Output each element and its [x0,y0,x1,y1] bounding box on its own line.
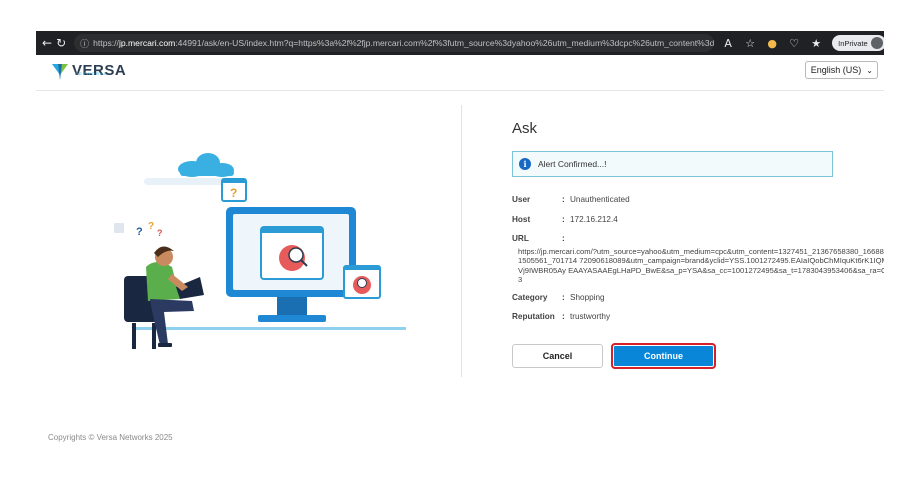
url-domain: jp.mercari.com [118,38,176,48]
cloud-icon [178,153,234,177]
inprivate-badge[interactable]: InPrivate [832,35,884,51]
language-select[interactable]: English (US) ⌄ [804,61,878,79]
favorite-star-icon[interactable]: ☆ [742,35,758,51]
reputation-label: Reputation [512,312,555,321]
browser-essentials-icon[interactable]: ♡ [786,35,802,51]
info-icon: i [519,158,531,170]
user-label: User [512,195,531,204]
url-rest: :44991/ask/en-US/index.htm?q=https%3a%2f… [175,38,715,48]
page-header: VERSA NETWORKS English (US) ⌄ [36,55,884,91]
user-value: Unauthenticated [570,195,630,204]
reputation-value: trustworthy [570,312,611,321]
chat-square-icon [114,223,124,233]
versa-logo-icon [52,64,68,80]
separator: : [562,293,565,302]
favorites-bar-icon[interactable]: ★ [808,35,824,51]
svg-text:?: ? [230,186,237,200]
desk-line [136,327,406,330]
url-prefix: https:// [93,38,119,48]
url-value: https://jp.mercari.com/?utm_source=yahoo… [518,247,884,285]
person-illustration [124,246,204,349]
vertical-divider [461,105,462,377]
info-circle-icon[interactable]: ⓘ [80,37,89,50]
profile-avatar [870,37,883,49]
page-title: Ask [512,120,538,137]
refresh-icon[interactable]: ↻ [56,35,66,51]
warning-face-window [343,265,381,299]
separator: : [562,195,565,204]
cancel-button[interactable]: Cancel [512,344,603,368]
logo-subtext: NETWORKS [75,71,108,76]
separator: : [562,234,565,243]
back-arrow-icon[interactable]: ← [42,35,52,51]
browser-toolbar: ← ↻ ⓘ https://jp.mercari.com:44991/ask/e… [36,31,884,55]
question-mark-icon: ? [136,226,143,238]
search-face-window [260,226,324,280]
category-label: Category [512,293,548,302]
host-value: 172.16.212.4 [570,215,618,224]
alert-banner: i Alert Confirmed...! [512,151,833,177]
question-mark-icon: ? [157,228,163,238]
separator: : [562,312,565,321]
chevron-down-icon: ⌄ [866,65,873,75]
host-label: Host [512,215,531,224]
browser-window: ← ↻ ⓘ https://jp.mercari.com:44991/ask/e… [36,31,884,459]
url-label: URL [512,234,529,243]
computer-user-illustration: ? ? ? ? [114,153,406,349]
language-value: English (US) [810,65,862,75]
address-bar[interactable]: ⓘ https://jp.mercari.com:44991/ask/en-US… [74,34,715,52]
category-value: Shopping [570,293,605,302]
read-aloud-icon[interactable]: A [720,35,736,51]
inprivate-label: InPrivate [838,38,868,48]
alert-text: Alert Confirmed...! [538,159,607,169]
continue-button[interactable]: Continue [611,343,716,369]
question-mark-icon: ? [148,221,154,232]
footer-copyright: Copyrights © Versa Networks 2025 [48,433,173,442]
separator: : [562,215,565,224]
extension-icon[interactable]: ● [764,35,780,51]
question-bubble-icon: ? [221,178,247,202]
